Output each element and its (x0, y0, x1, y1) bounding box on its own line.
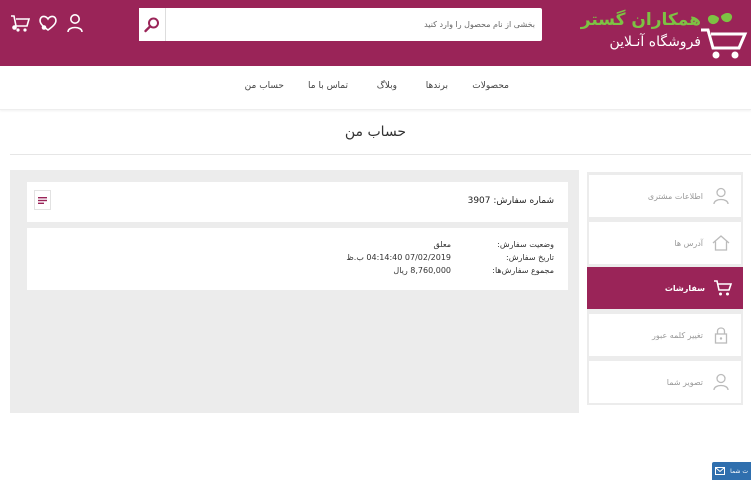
page-title: حساب من (344, 124, 407, 140)
order-header: شماره سفارش: 3907 (27, 182, 568, 222)
user-icon (67, 14, 83, 33)
cart-icon (713, 278, 733, 298)
sidebar-item-change-password[interactable]: تغییر کلمه عبور (589, 314, 741, 356)
order-date-label: تاریخ سفارش: (506, 253, 554, 262)
order-date-value: 07/02/2019 04:14:40 ب.ظ (346, 253, 451, 262)
orders-panel: شماره سفارش: 3907 وضعیت سفارش: معلق تاری… (10, 170, 579, 413)
order-status-value: معلق (433, 240, 451, 249)
title-divider (10, 154, 751, 155)
sidebar-item-customer-info[interactable]: اطلاعات مشتری (589, 175, 741, 217)
logo-subtitle: فروشگاه آنـلاین (609, 34, 702, 50)
order-total-value: 8,760,000 ریال (393, 266, 451, 275)
lock-icon (711, 325, 731, 345)
sidebar-item-your-photo[interactable]: تصویر شما (589, 361, 741, 403)
order-number: شماره سفارش: 3907 (467, 196, 554, 206)
account-button[interactable] (64, 12, 86, 34)
sidebar-item-label: آدرس ها (674, 238, 703, 248)
order-total-label: مجموع سفارش‌ها: (492, 266, 554, 275)
account-sidebar: اطلاعات مشتری آدرس ها سفارشات تغییر کلمه… (587, 172, 743, 405)
sidebar-item-label: سفارشات (664, 283, 705, 293)
sidebar-item-label: تصویر شما (666, 377, 703, 387)
wishlist-button[interactable] (37, 12, 59, 34)
nav-item-my-account[interactable]: حساب من (245, 81, 284, 91)
user-icon (711, 372, 731, 392)
cart-icon (11, 15, 31, 32)
logo-brand-text: همکاران گستر (580, 10, 701, 30)
mail-icon (715, 467, 725, 475)
sidebar-item-label: اطلاعات مشتری (647, 191, 703, 201)
sidebar-item-orders[interactable]: سفارشات (587, 267, 743, 309)
sidebar-item-addresses[interactable]: آدرس ها (589, 222, 741, 264)
order-summary: وضعیت سفارش: معلق تاریخ سفارش: 07/02/201… (27, 228, 568, 290)
nav-item-brands[interactable]: برندها (426, 81, 448, 91)
user-icon (711, 186, 731, 206)
chat-label: ت شما (730, 467, 748, 475)
search-button[interactable] (139, 8, 166, 41)
nav-item-blog[interactable]: وبلاگ (377, 81, 397, 91)
search-icon (144, 17, 159, 32)
sidebar-item-label: تغییر کلمه عبور (652, 330, 703, 340)
nav-item-products[interactable]: محصولات (472, 81, 509, 91)
heart-icon (39, 15, 57, 31)
order-details-button[interactable] (34, 190, 51, 210)
site-logo[interactable]: همکاران گستر فروشگاه آنـلاین (566, 4, 751, 62)
header-bar: همکاران گستر فروشگاه آنـلاین (0, 0, 751, 66)
cart-button[interactable] (10, 12, 32, 34)
search-input[interactable] (167, 8, 541, 41)
list-icon (38, 196, 47, 204)
order-status-label: وضعیت سفارش: (497, 240, 554, 249)
nav-item-contact[interactable]: تماس با ما (308, 81, 348, 91)
search-box (139, 8, 542, 41)
chat-widget-tab[interactable]: ت شما (712, 462, 751, 480)
main-nav: محصولات برندها وبلاگ تماس با ما حساب من (0, 66, 751, 110)
logo-cart-icon (701, 13, 748, 59)
home-icon (711, 233, 731, 253)
